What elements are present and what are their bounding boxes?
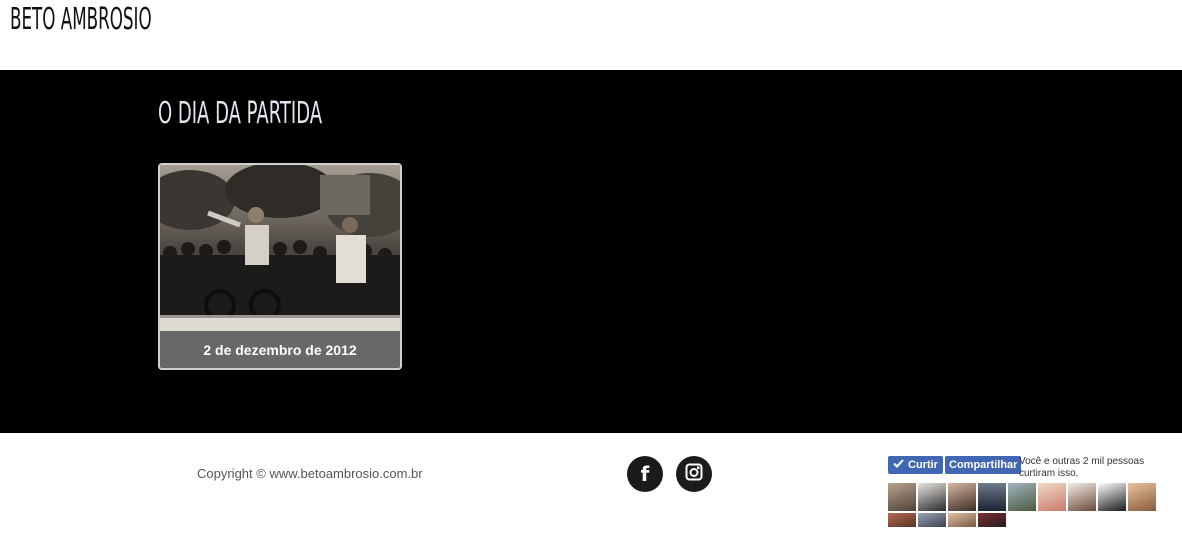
site-logo[interactable]: BETO AMBROSIO <box>10 2 152 37</box>
avatar[interactable] <box>1038 483 1066 511</box>
like-label: Curtir <box>908 459 938 471</box>
facebook-link[interactable]: f <box>627 456 663 492</box>
gallery-photo <box>160 165 400 331</box>
avatar[interactable] <box>888 513 916 527</box>
avatar[interactable] <box>1068 483 1096 511</box>
avatar[interactable] <box>1098 483 1126 511</box>
avatar[interactable] <box>948 513 976 527</box>
avatar[interactable] <box>1008 483 1036 511</box>
avatar[interactable] <box>978 513 1006 527</box>
avatar[interactable] <box>918 483 946 511</box>
avatar[interactable] <box>948 483 976 511</box>
gallery-caption: 2 de dezembro de 2012 <box>160 331 400 368</box>
avatar[interactable] <box>888 483 916 511</box>
main-section: O DIA DA PARTIDA 2 de dezembro de 2012 <box>0 70 1182 433</box>
share-label: Compartilhar <box>949 459 1018 471</box>
avatar[interactable] <box>918 513 946 527</box>
facebook-share-button[interactable]: Compartilhar <box>945 456 1022 474</box>
facebook-icon: f <box>640 462 650 486</box>
avatar[interactable] <box>1128 483 1156 511</box>
gallery-item[interactable]: 2 de dezembro de 2012 <box>158 163 402 370</box>
facebook-like-count: Você e outras 2 mil pessoas curtiram iss… <box>1019 456 1145 479</box>
footer-copyright: Copyright © www.betoambrosio.com.br <box>197 466 423 481</box>
facebook-like-button[interactable]: Curtir <box>888 456 943 474</box>
instagram-icon <box>685 463 703 486</box>
page-title: O DIA DA PARTIDA <box>158 96 323 131</box>
check-icon <box>893 459 904 471</box>
instagram-link[interactable] <box>676 456 712 492</box>
avatar[interactable] <box>978 483 1006 511</box>
